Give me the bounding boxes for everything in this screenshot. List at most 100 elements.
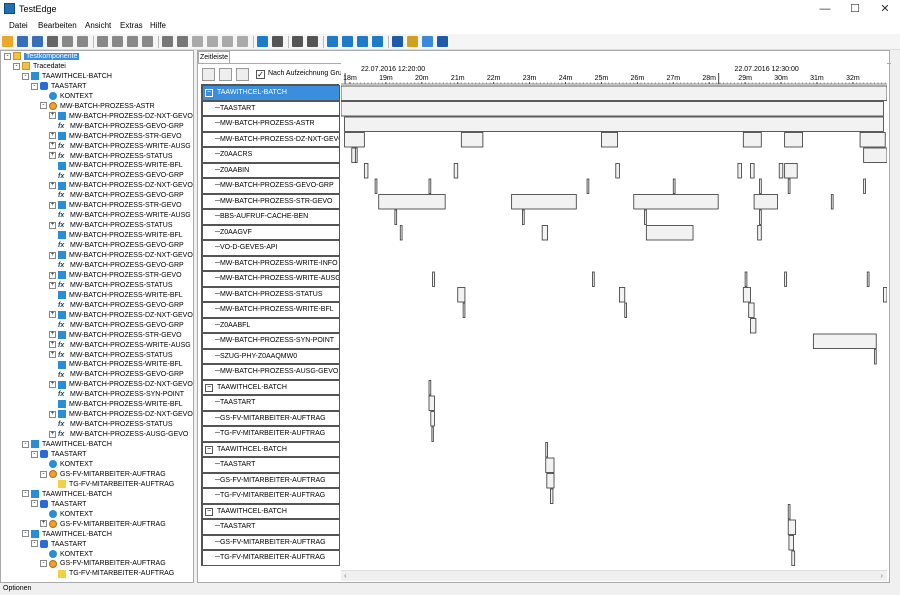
tree-item[interactable]: fx MW-BATCH-PROZESS-WRITE-AUSG [49,211,191,221]
tree-item[interactable]: fx MW-BATCH-PROZESS-GEVO-GRP [49,171,184,181]
tree-item[interactable]: + GS-FV-MITARBEITER-AUFTRAG [40,519,166,530]
paste-icon[interactable] [222,36,233,47]
tree-panel[interactable]: - Testkomponente - Tracedatei - TAAWITHCEL-BA… [0,50,194,583]
mail-icon[interactable] [422,36,433,47]
expand-icon[interactable]: + [49,430,56,438]
expand-icon[interactable]: + [49,152,56,160]
lane-row[interactable]: ─Z0AACRS [202,147,340,163]
timeline-chart[interactable]: 22.07.2016 12:20:00 22.07.2016 12:30:00 18… [341,63,887,569]
close-button[interactable]: ✕ [870,0,900,18]
collapse-icon[interactable]: - [22,440,29,448]
collapse-icon[interactable]: - [22,530,29,538]
collapse-icon[interactable]: - [13,62,20,70]
lane-row[interactable]: ─MW-BATCH-PROZESS-WRITE-AUSG [202,271,340,287]
collapse-icon[interactable]: − [205,383,213,392]
tree-item[interactable]: + fx MW-BATCH-PROZESS-WRITE-AUSG [49,142,191,152]
tree-item[interactable]: - TAASTART [31,539,86,550]
print-icon[interactable] [47,36,58,47]
lane-row[interactable]: ─MW-BATCH-PROZESS-WRITE-INFO [202,255,340,271]
tree-item[interactable]: fx MW-BATCH-PROZESS-GEVO-GRP [49,321,184,331]
run-all-icon[interactable] [112,36,123,47]
lane-row[interactable]: ─TAASTART [202,519,340,535]
lane-row[interactable]: ─TG-FV-MITARBEITER-AUFTRAG [202,550,340,566]
tree-item[interactable]: + MW-BATCH-PROZESS-STR-GEVO [49,330,182,341]
link-icon[interactable] [237,36,248,47]
expand-icon[interactable]: + [49,331,56,339]
save-icon[interactable] [17,36,28,47]
expand-icon[interactable]: + [49,410,56,418]
tree-item[interactable]: fx MW-BATCH-PROZESS-GEVO-GRP [49,122,184,132]
tree-item[interactable]: KONTEXT [40,509,93,520]
collapse-icon[interactable]: - [31,450,38,458]
layout3-icon[interactable] [357,36,368,47]
tree-item[interactable]: + MW-BATCH-PROZESS-STR-GEVO [49,201,182,211]
lane-row[interactable]: ─MW-BATCH-PROZESS-GEVO-GRP [202,178,340,194]
expand-icon[interactable]: + [49,132,56,140]
pin-icon[interactable] [407,36,418,47]
expand-icon[interactable]: + [49,201,56,209]
tree-item[interactable]: + MW-BATCH-PROZESS-DZ-NXT-GEVO [49,251,193,261]
tree-item[interactable]: + fx MW-BATCH-PROZESS-STATUS [49,152,173,162]
tree-item[interactable]: - TAAWITHCEL-BATCH [22,529,112,540]
tree-item[interactable]: + MW-BATCH-PROZESS-DZ-NXT-GEVO [49,410,193,420]
tree-item[interactable]: + MW-BATCH-PROZESS-DZ-NXT-GEVO [49,310,193,321]
group-by-recording-checkbox[interactable]: ✓ [256,70,265,79]
collapse-icon[interactable]: - [40,470,47,478]
expand-icon[interactable]: + [49,112,56,120]
collapse-icon[interactable]: − [205,89,213,97]
collapse-icon[interactable]: - [40,560,47,568]
tree-item[interactable]: fx MW-BATCH-PROZESS-SYN-POINT [49,390,184,400]
tree-item[interactable]: MW-BATCH-PROZESS-WRITE-BFL [49,290,183,301]
layout4-icon[interactable] [372,36,383,47]
lane-row[interactable]: ─MW-BATCH-PROZESS-STR-GEVO [202,193,340,209]
collapse-icon[interactable]: - [22,72,29,80]
expand-icon[interactable]: + [49,251,56,259]
lane-row[interactable]: ─MW-BATCH-PROZESS-STATUS [202,286,340,302]
expand-icon[interactable]: + [49,281,56,289]
tree-item[interactable]: MW-BATCH-PROZESS-WRITE-BFL [49,400,183,410]
undo-icon[interactable] [162,36,173,47]
collapse-icon[interactable]: - [31,540,38,548]
lane-row[interactable]: ─GS-FV-MITARBEITER-AUFTRAG [202,472,340,488]
tree-item[interactable]: fx MW-BATCH-PROZESS-GEVO-GRP [49,370,184,380]
tree-item[interactable]: - TAAWITHCEL-BATCH [22,440,112,450]
tree-item[interactable]: TG-FV-MITARBEITER-AUFTRAG [49,569,174,579]
zoom-out-icon[interactable] [219,68,232,81]
tree-item[interactable]: - TAAWITHCEL-BATCH [22,489,112,500]
tree-item[interactable]: - Tracedatei [13,62,66,72]
menu-extras[interactable]: Extras [120,21,143,30]
tree-item[interactable]: TG-FV-MITARBEITER-AUFTRAG [49,480,174,490]
tab-zeitleiste[interactable]: Zeitleiste [198,51,230,63]
lane-row[interactable]: ─Z0AABFL [202,317,340,333]
lane-row[interactable]: ─MW-BATCH-PROZESS-AUSG-GEVO [202,364,340,380]
menu-hilfe[interactable]: Hilfe [150,21,166,30]
lane-row[interactable]: ─MW-BATCH-PROZESS-WRITE-BFL [202,302,340,318]
run-icon[interactable] [97,36,108,47]
stop-icon[interactable] [127,36,138,47]
tree-item[interactable]: MW-BATCH-PROZESS-WRITE-BFL [49,360,183,370]
lane-row[interactable]: ─Z0AAGVF [202,224,340,240]
menu-ansicht[interactable]: Ansicht [85,21,111,30]
lane-row[interactable]: ─Z0AABIN [202,162,340,178]
lane-row[interactable]: ─BBS-AUFRUF-CACHE-BEN [202,209,340,225]
collapse-icon[interactable]: − [205,445,213,454]
menu-datei[interactable]: Datei [9,21,28,30]
tree-item[interactable]: - TAAWITHCEL-BATCH [22,72,112,82]
lane-row[interactable]: ─TAASTART [202,395,340,411]
back-icon[interactable] [292,36,303,47]
collapse-icon[interactable]: - [22,490,29,498]
menu-bearbeiten[interactable]: Bearbeiten [38,21,77,30]
tree-item[interactable]: fx MW-BATCH-PROZESS-GEVO-GRP [49,241,184,251]
tree-item[interactable]: - Testkomponente [4,52,80,62]
tree-icon[interactable] [257,36,268,47]
collapse-icon[interactable]: - [40,102,47,110]
expand-icon[interactable]: + [49,311,56,319]
tree-item[interactable]: - TAASTART [31,82,86,92]
lane-row[interactable]: ─MW-BATCH-PROZESS-ASTR [202,116,340,132]
tree-item[interactable]: KONTEXT [40,91,93,102]
tree-item[interactable]: MW-BATCH-PROZESS-WRITE-BFL [49,161,183,171]
tree-item[interactable]: - GS-FV-MITARBEITER-AUFTRAG [40,559,166,569]
lane-group-header[interactable]: − TAAWITHCEL-BATCH [202,503,340,519]
expand-icon[interactable]: + [40,520,47,528]
lane-row[interactable]: ─TG-FV-MITARBEITER-AUFTRAG [202,488,340,504]
